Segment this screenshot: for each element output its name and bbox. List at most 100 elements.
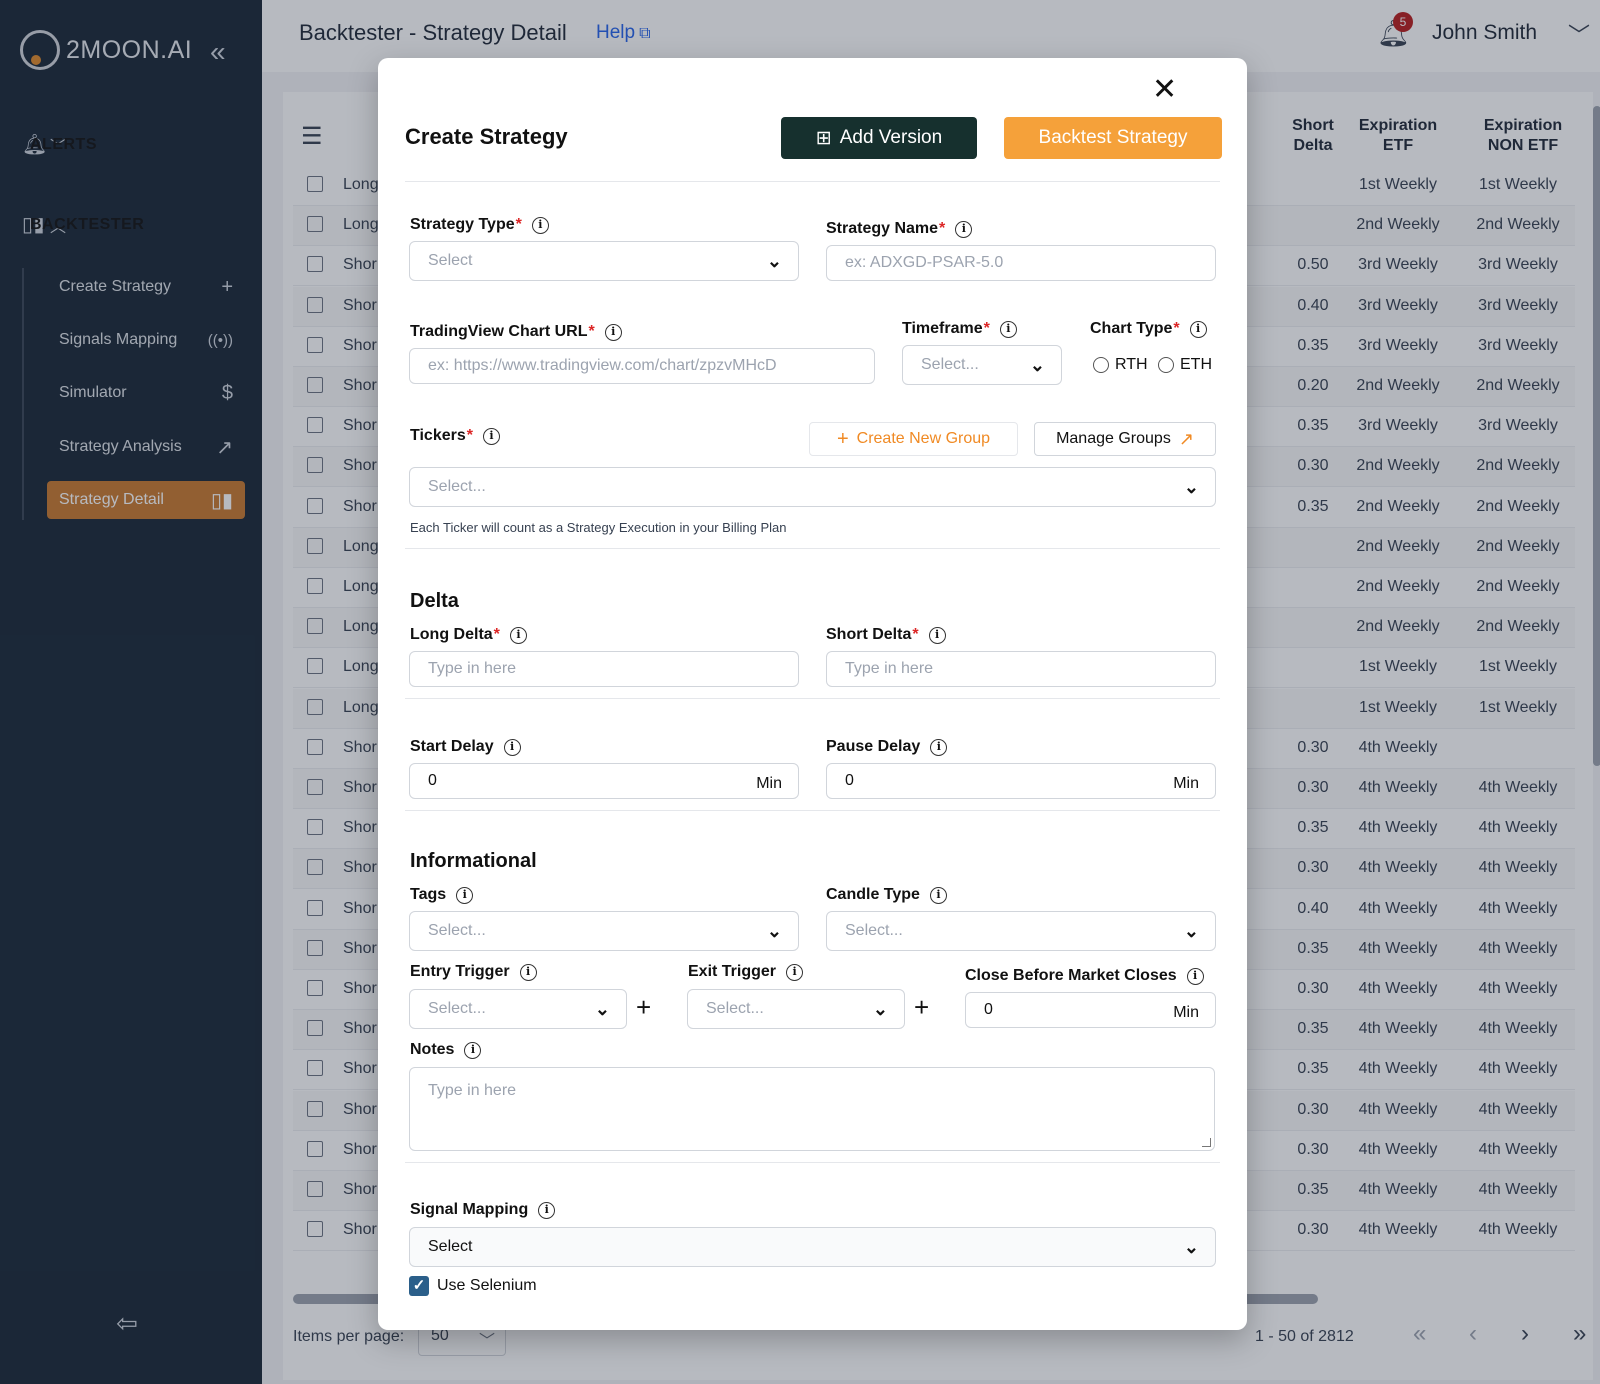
notes-textarea[interactable]: Type in here	[409, 1067, 1215, 1151]
info-icon[interactable]: i	[531, 217, 549, 234]
chart-url-input[interactable]: ex: https://www.tradingview.com/chart/zp…	[409, 348, 875, 384]
strategy-name-input[interactable]: ex: ADXGD-PSAR-5.0	[826, 245, 1216, 281]
short-delta-label: Short Delta* i	[826, 626, 946, 644]
candle-type-select[interactable]: Select... ⌄	[826, 911, 1216, 951]
plus-icon: +	[836, 427, 849, 450]
strategy-name-label: Strategy Name* i	[826, 220, 973, 238]
info-icon[interactable]: i	[604, 324, 622, 341]
close-before-input[interactable]: 0 Min	[965, 992, 1216, 1028]
info-icon[interactable]: i	[929, 887, 947, 904]
add-version-label: Add Version	[839, 127, 943, 148]
start-delay-label: Start Delay i	[410, 738, 521, 756]
start-delay-input[interactable]: 0 Min	[409, 763, 799, 799]
divider	[405, 548, 1220, 549]
close-before-unit: Min	[1173, 1004, 1199, 1021]
long-delta-input[interactable]: Type in here	[409, 651, 799, 687]
long-delta-label: Long Delta* i	[410, 626, 527, 644]
manage-groups-label: Manage Groups	[1056, 430, 1171, 447]
pause-delay-label: Pause Delay i	[826, 738, 948, 756]
info-icon[interactable]: i	[538, 1202, 556, 1219]
info-icon[interactable]: i	[503, 739, 521, 756]
notes-label: Notes i	[410, 1041, 482, 1059]
checkmark-icon: ✓	[409, 1276, 429, 1296]
info-icon[interactable]: i	[482, 428, 500, 445]
info-icon[interactable]: i	[509, 627, 527, 644]
use-selenium-label: Use Selenium	[437, 1277, 537, 1294]
pause-delay-input[interactable]: 0 Min	[826, 763, 1216, 799]
entry-trigger-select[interactable]: Select... ⌄	[409, 989, 627, 1029]
tickers-hint: Each Ticker will count as a Strategy Exe…	[410, 520, 787, 535]
info-icon[interactable]: i	[1186, 968, 1204, 985]
exit-trigger-select[interactable]: Select... ⌄	[687, 989, 905, 1029]
add-entry-trigger-button[interactable]: +	[636, 992, 651, 1023]
entry-trigger-value: Select...	[428, 1000, 486, 1017]
start-delay-value: 0	[428, 772, 437, 789]
use-selenium-checkbox[interactable]: ✓ Use Selenium	[409, 1276, 537, 1296]
pause-delay-unit: Min	[1173, 775, 1199, 792]
short-delta-input[interactable]: Type in here	[826, 651, 1216, 687]
informational-section-title: Informational	[410, 850, 537, 872]
chevron-down-icon: ⌄	[1183, 477, 1199, 497]
short-delta-placeholder: Type in here	[845, 660, 934, 677]
radio-label: RTH	[1115, 356, 1148, 373]
tickers-select[interactable]: Select... ⌄	[409, 467, 1216, 507]
radio-circle	[1158, 357, 1174, 373]
close-before-value: 0	[984, 1001, 993, 1018]
create-strategy-modal: ✕ Create Strategy ⊞ Add Version Backtest…	[378, 58, 1247, 1330]
timeframe-select[interactable]: Select... ⌄	[902, 345, 1062, 385]
modal-title: Create Strategy	[405, 124, 568, 149]
radio-circle	[1093, 357, 1109, 373]
backtest-strategy-button[interactable]: Backtest Strategy	[1004, 117, 1222, 159]
divider	[405, 810, 1220, 811]
info-icon[interactable]: i	[456, 887, 474, 904]
strategy-name-placeholder: ex: ADXGD-PSAR-5.0	[845, 254, 1004, 271]
entry-trigger-label: Entry Trigger i	[410, 963, 537, 981]
strategy-type-select[interactable]: Select ⌄	[409, 241, 799, 281]
info-icon[interactable]: i	[519, 964, 537, 981]
signal-mapping-label: Signal Mapping i	[410, 1201, 556, 1219]
signal-mapping-select[interactable]: Select ⌄	[409, 1227, 1216, 1267]
pause-delay-value: 0	[845, 772, 854, 789]
info-icon[interactable]: i	[1189, 321, 1207, 338]
divider	[405, 698, 1220, 699]
chart-url-label: TradingView Chart URL* i	[410, 323, 622, 341]
divider	[405, 1162, 1220, 1163]
divider	[405, 181, 1220, 182]
info-icon[interactable]: i	[930, 739, 948, 756]
info-icon[interactable]: i	[955, 221, 973, 238]
notes-placeholder: Type in here	[428, 1082, 517, 1099]
add-version-icon: ⊞	[815, 127, 832, 149]
chevron-down-icon: ⌄	[766, 921, 782, 941]
arrow-up-right-icon: ↗	[1178, 428, 1194, 449]
add-exit-trigger-button[interactable]: +	[914, 992, 929, 1023]
info-icon[interactable]: i	[999, 321, 1017, 338]
candle-type-label: Candle Type i	[826, 886, 947, 904]
exit-trigger-label: Exit Trigger i	[688, 963, 804, 981]
info-icon[interactable]: i	[464, 1042, 482, 1059]
start-delay-unit: Min	[756, 775, 782, 792]
strategy-type-value: Select	[428, 252, 473, 269]
add-version-button[interactable]: ⊞ Add Version	[781, 117, 977, 159]
long-delta-placeholder: Type in here	[428, 660, 517, 677]
chevron-down-icon: ⌄	[872, 999, 888, 1019]
chevron-down-icon: ⌄	[594, 999, 610, 1019]
create-new-group-label: Create New Group	[856, 430, 991, 447]
tags-label: Tags i	[410, 886, 474, 904]
chevron-down-icon: ⌄	[766, 251, 782, 271]
tickers-label: Tickers* i	[410, 427, 500, 445]
timeframe-value: Select...	[921, 356, 979, 373]
chevron-down-icon: ⌄	[1029, 355, 1045, 375]
create-new-group-button[interactable]: + Create New Group	[809, 422, 1018, 456]
manage-groups-button[interactable]: Manage Groups ↗	[1034, 422, 1216, 456]
info-icon[interactable]: i	[786, 964, 804, 981]
tags-select[interactable]: Select... ⌄	[409, 911, 799, 951]
close-icon[interactable]: ✕	[1152, 72, 1177, 107]
chart-type-eth-radio[interactable]: ETH	[1158, 356, 1212, 374]
chart-type-rth-radio[interactable]: RTH	[1093, 356, 1148, 374]
chart-type-label: Chart Type* i	[1090, 320, 1207, 338]
info-icon[interactable]: i	[928, 627, 946, 644]
radio-label: ETH	[1180, 356, 1212, 373]
signal-mapping-value: Select	[428, 1238, 473, 1255]
chevron-down-icon: ⌄	[1183, 921, 1199, 941]
exit-trigger-value: Select...	[706, 1000, 764, 1017]
